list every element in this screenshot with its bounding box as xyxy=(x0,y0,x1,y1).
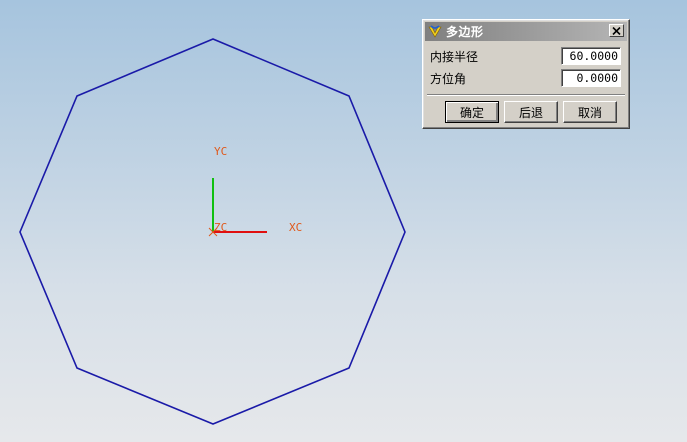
dialog-separator xyxy=(427,94,625,96)
radius-row: 内接半径 60.0000 xyxy=(430,46,621,66)
angle-row: 方位角 0.0000 xyxy=(430,68,621,88)
radius-input[interactable]: 60.0000 xyxy=(561,47,621,65)
app-icon xyxy=(428,24,442,38)
polygon-dialog: 多边形 内接半径 60.0000 方位角 0.0000 确定 后退 取消 xyxy=(422,19,630,129)
back-button[interactable]: 后退 xyxy=(504,101,558,123)
xc-axis-label: XC xyxy=(289,221,303,234)
angle-label: 方位角 xyxy=(430,71,467,86)
zc-axis-label: ZC xyxy=(214,221,228,234)
dialog-titlebar[interactable]: 多边形 xyxy=(425,22,627,41)
angle-input[interactable]: 0.0000 xyxy=(561,69,621,87)
close-icon xyxy=(612,26,621,35)
yc-axis-label: YC xyxy=(214,145,228,158)
radius-label: 内接半径 xyxy=(430,49,479,64)
cancel-button[interactable]: 取消 xyxy=(563,101,617,123)
close-button[interactable] xyxy=(609,24,624,37)
dialog-title: 多边形 xyxy=(446,25,484,39)
ok-button[interactable]: 确定 xyxy=(445,101,499,123)
